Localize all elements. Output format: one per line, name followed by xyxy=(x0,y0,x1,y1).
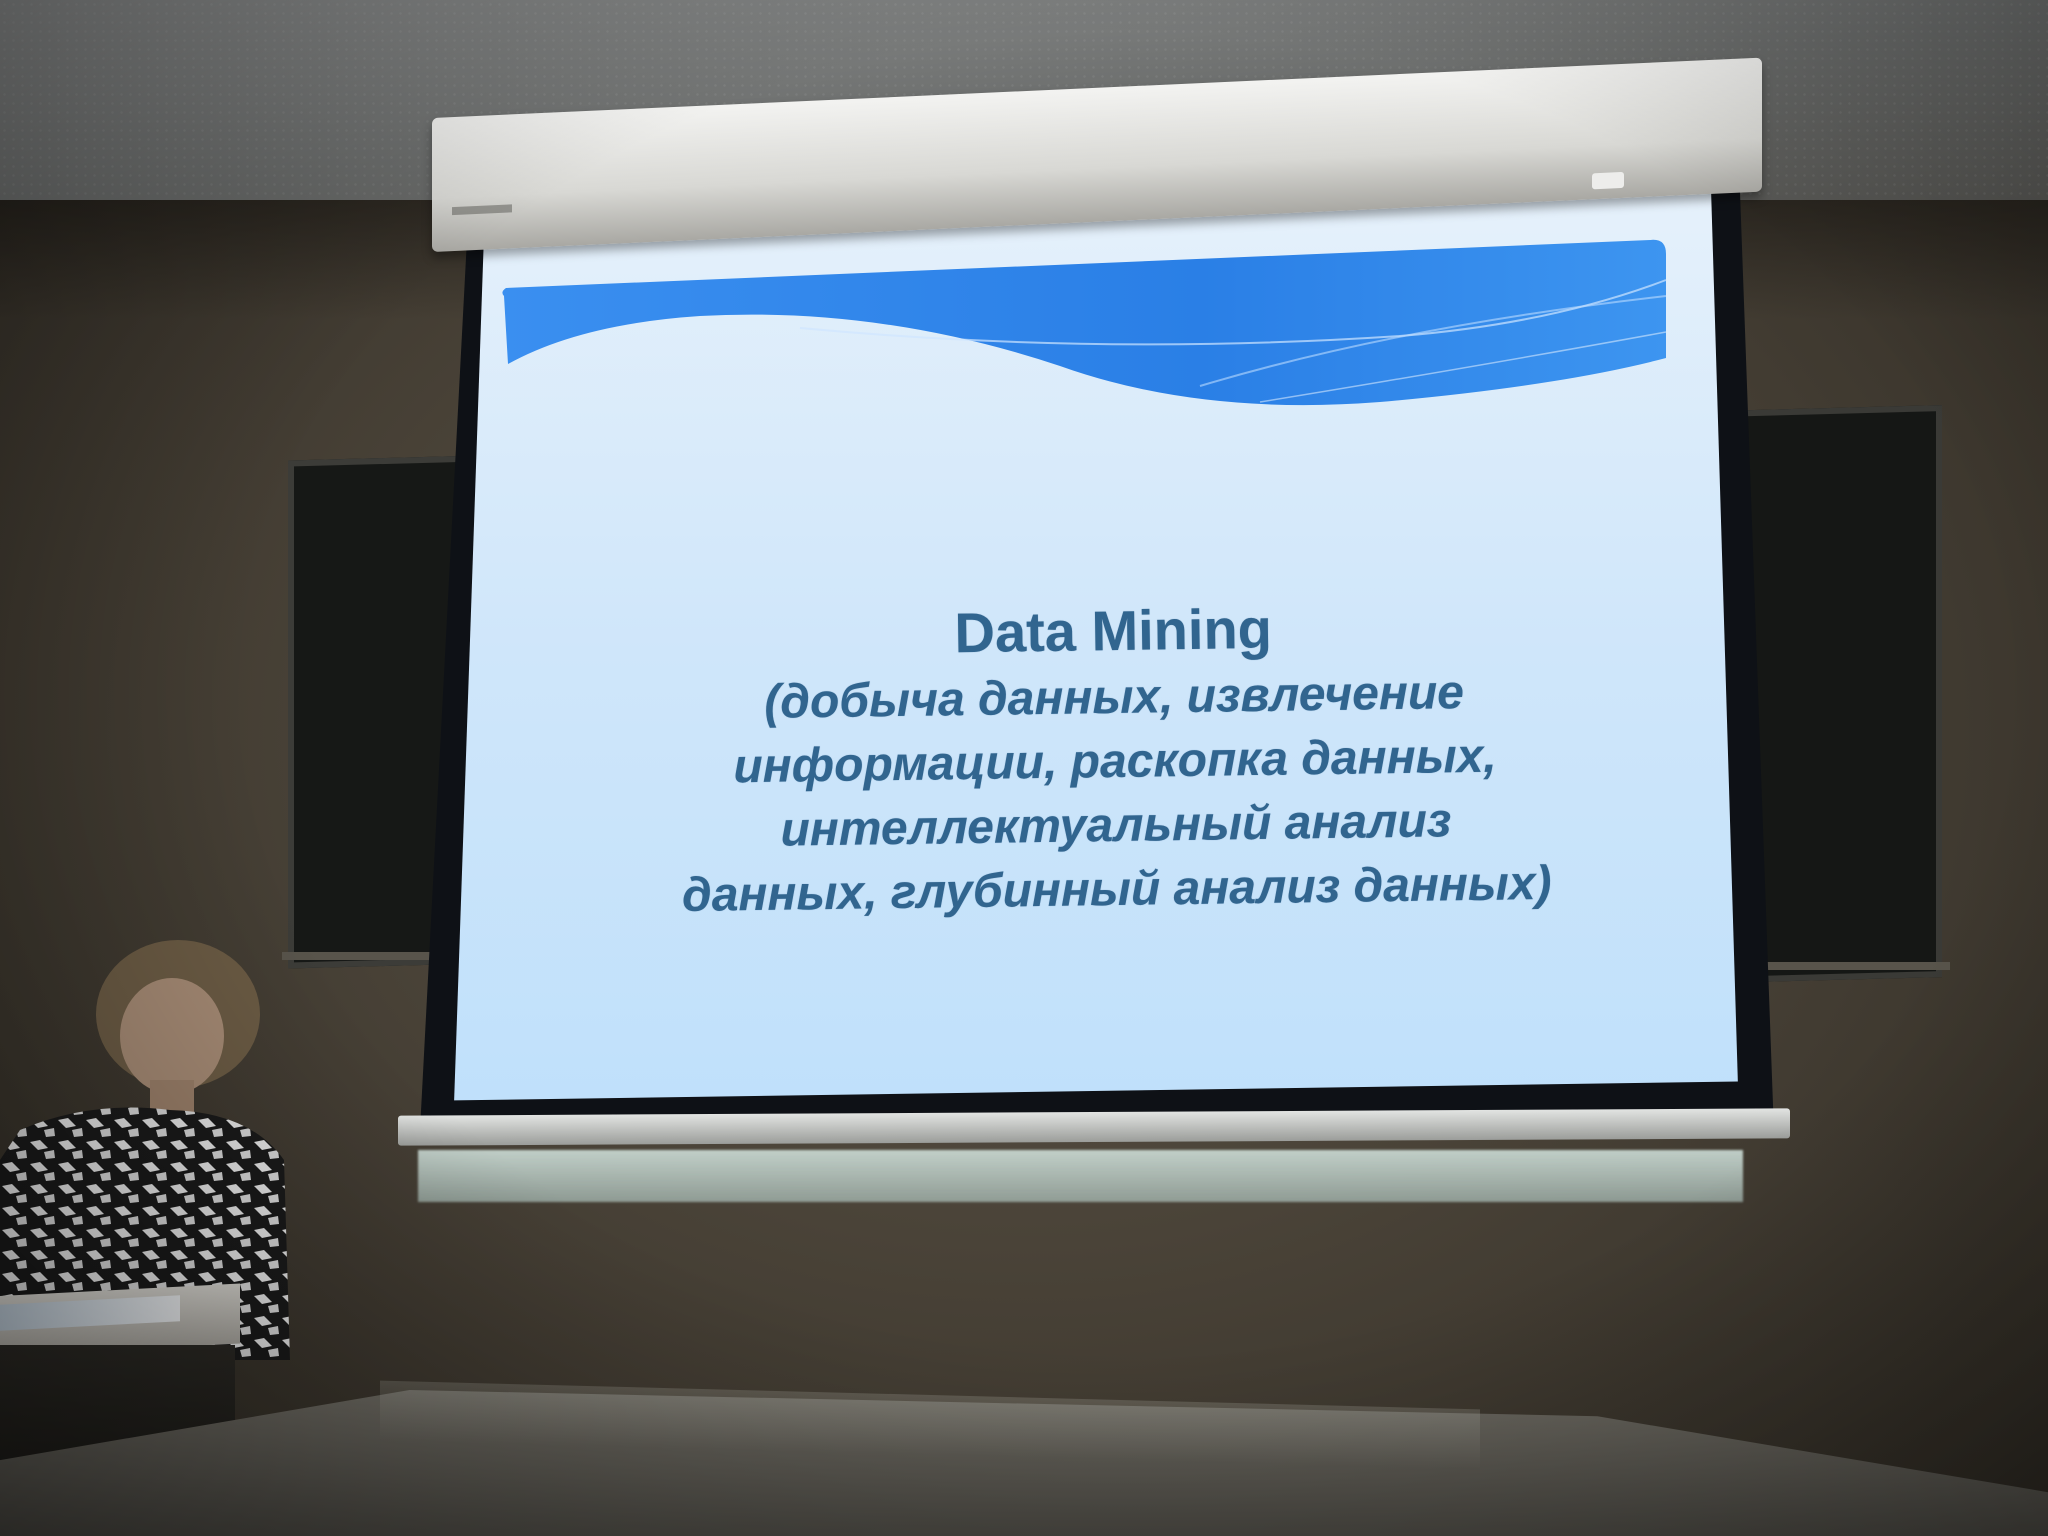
projector-light-spill xyxy=(418,1150,1743,1202)
screen-housing-logo xyxy=(452,204,512,216)
screen-housing-bracket xyxy=(1592,171,1624,190)
classroom-scene: Data Mining (добыча данных, извлечение и… xyxy=(0,0,2048,1536)
blackboard-ledge-right xyxy=(1765,962,1950,970)
slide-banner-shape xyxy=(502,239,1666,406)
slide-header-wave xyxy=(502,239,1667,406)
slide-title: Data Mining xyxy=(954,596,1273,665)
person-face xyxy=(120,978,224,1094)
slide-body: Data Mining (добыча данных, извлечение и… xyxy=(558,590,1672,929)
